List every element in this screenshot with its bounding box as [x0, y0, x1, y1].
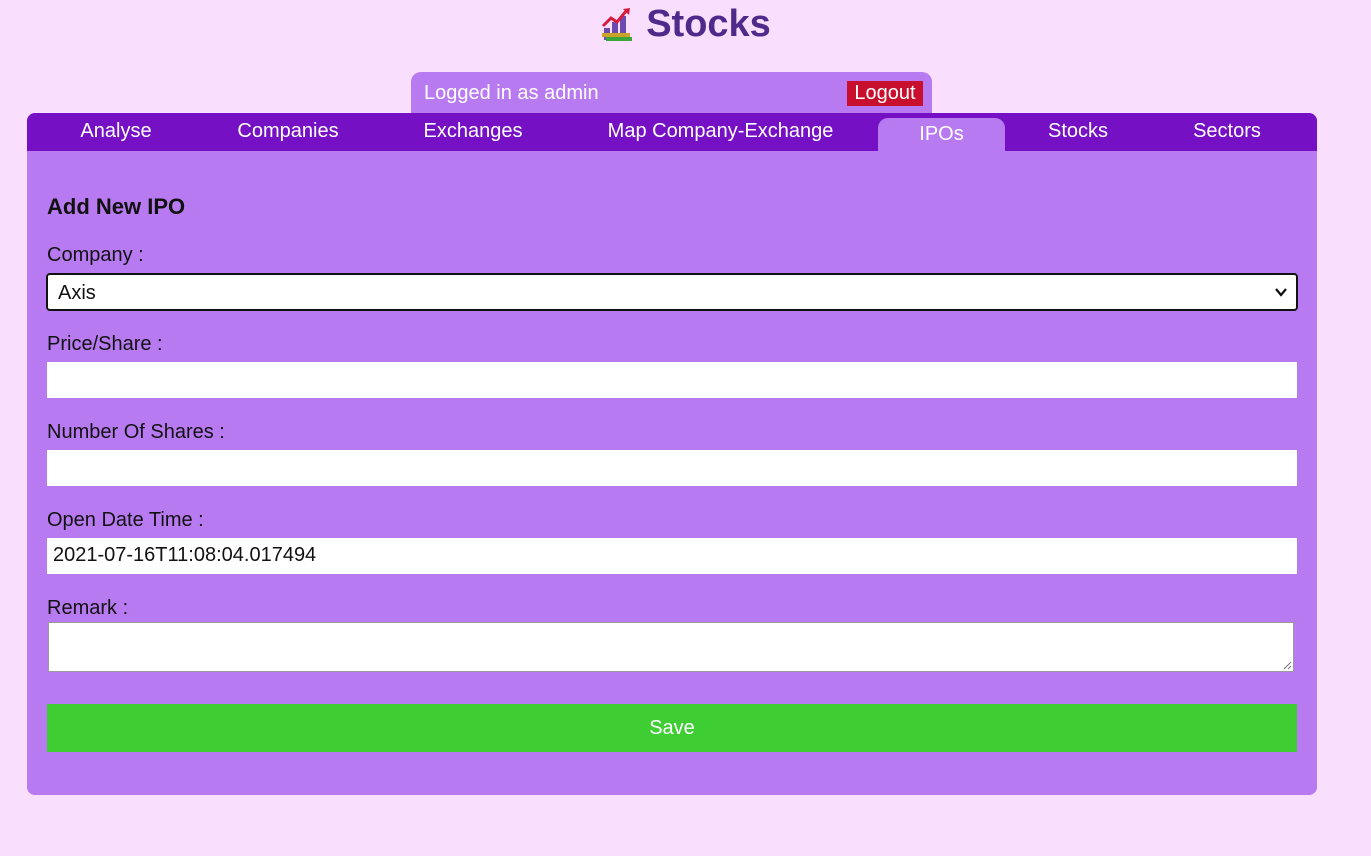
page-title: Stocks [646, 2, 771, 45]
price-input[interactable] [47, 362, 1297, 398]
logout-button[interactable]: Logout [847, 81, 923, 106]
remark-label: Remark : [47, 597, 129, 619]
save-button[interactable]: Save [47, 704, 1297, 752]
open-date-input[interactable]: 2021-07-16T11:08:04.017494 [47, 538, 1297, 574]
tab-ipos[interactable]: IPOs [878, 118, 1005, 151]
tab-exchanges[interactable]: Exchanges [414, 113, 532, 151]
tab-analyse[interactable]: Analyse [70, 113, 162, 151]
chevron-down-icon [1275, 288, 1287, 297]
logged-in-text: Logged in as admin [424, 82, 599, 104]
company-label: Company : [47, 244, 144, 266]
tab-map-company-exchange[interactable]: Map Company-Exchange [598, 113, 843, 151]
shares-label: Number Of Shares : [47, 421, 225, 443]
open-date-value: 2021-07-16T11:08:04.017494 [53, 544, 317, 566]
resize-handle-icon[interactable] [1282, 660, 1292, 670]
tab-companies[interactable]: Companies [228, 113, 348, 151]
company-select-value: Axis [58, 282, 96, 304]
main-panel: Analyse Companies Exchanges Map Company-… [27, 113, 1317, 795]
stock-chart-icon [602, 8, 633, 41]
tab-bar: Analyse Companies Exchanges Map Company-… [27, 113, 1317, 151]
login-bar: Logged in as admin Logout [411, 72, 932, 113]
title-group: Stocks [600, 3, 771, 46]
form-heading: Add New IPO [47, 194, 186, 219]
company-select[interactable]: Axis [46, 273, 1298, 311]
tab-sectors[interactable]: Sectors [1185, 113, 1269, 151]
open-date-label: Open Date Time : [47, 509, 204, 531]
remark-textarea[interactable] [48, 622, 1294, 672]
shares-input[interactable] [47, 450, 1297, 486]
price-label: Price/Share : [47, 333, 163, 355]
page-header: Stocks [0, 0, 1371, 48]
tab-stocks[interactable]: Stocks [1038, 113, 1118, 151]
